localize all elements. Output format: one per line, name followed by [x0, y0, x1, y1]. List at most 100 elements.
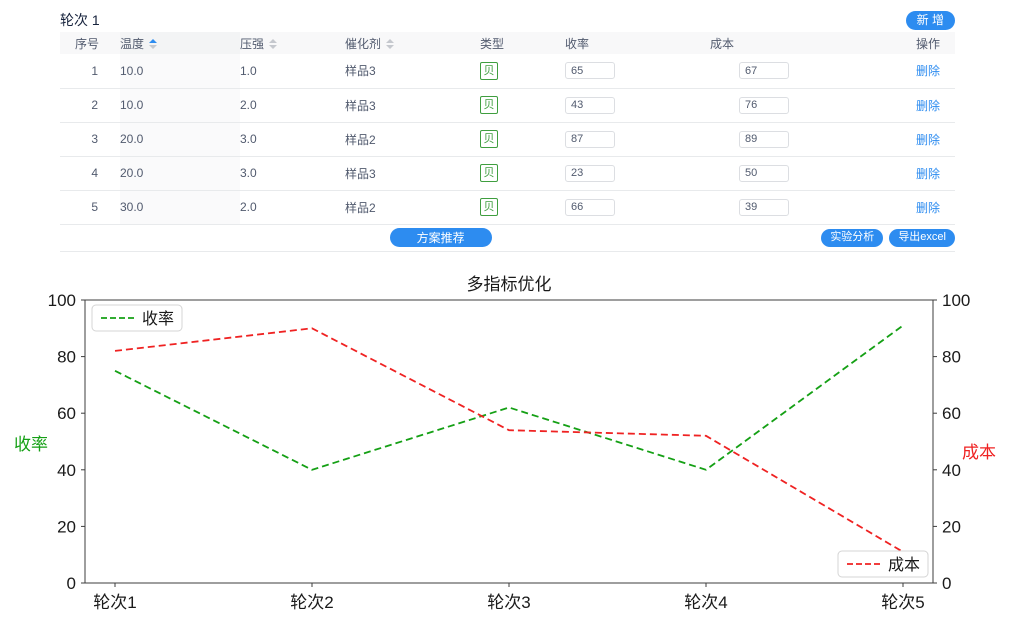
add-button[interactable]: 新 增	[906, 11, 955, 30]
x-axis-tick-label: 轮次3	[487, 593, 530, 612]
sort-icon-pressure[interactable]	[269, 39, 277, 49]
legend-yield: 收率	[92, 305, 182, 331]
yield-input[interactable]	[565, 97, 615, 114]
pressure-cell: 3.0	[240, 122, 345, 156]
left-axis-tick-label: 60	[57, 404, 76, 423]
chart-svg: 多指标优化 0 0 20 20 40 40 60 60 80 80 100 100 轮次1 轮次2 轮次3 轮次…	[0, 252, 1015, 629]
left-axis-label: 收率	[14, 435, 48, 454]
right-axis-tick-label: 0	[942, 574, 951, 593]
sort-asc-icon[interactable]	[269, 39, 277, 43]
delete-link[interactable]: 删除	[916, 167, 940, 181]
row-index: 1	[60, 54, 120, 88]
cost-input[interactable]	[739, 131, 789, 148]
legend-label: 成本	[888, 556, 920, 574]
left-axis-tick-label: 0	[67, 574, 76, 593]
left-axis-tick-label: 80	[57, 348, 76, 367]
table-row: 2 10.0 2.0 样品3 贝 删除	[60, 88, 955, 122]
left-axis-tick-label: 100	[48, 291, 76, 310]
x-axis-tick-label: 轮次4	[684, 593, 727, 612]
table-row: 5 30.0 2.0 样品2 贝 删除	[60, 190, 955, 224]
temperature-cell: 10.0	[120, 88, 240, 122]
type-badge: 贝	[480, 130, 498, 148]
col-header-type: 类型	[480, 32, 565, 54]
type-badge: 贝	[480, 164, 498, 182]
sort-icon-temperature[interactable]	[149, 39, 157, 49]
col-header-temperature[interactable]: 温度	[120, 32, 240, 54]
catalyst-cell: 样品2	[345, 122, 480, 156]
sort-asc-icon[interactable]	[386, 39, 394, 43]
temperature-cell: 20.0	[120, 122, 240, 156]
delete-link[interactable]: 删除	[916, 201, 940, 215]
sort-desc-icon[interactable]	[269, 45, 277, 49]
legend-label: 收率	[142, 310, 174, 328]
col-header-action: 操作	[875, 32, 955, 54]
left-axis-tick-label: 20	[57, 517, 76, 536]
cost-input[interactable]	[739, 165, 789, 182]
panel-title: 轮次 1	[60, 10, 100, 30]
sort-desc-icon[interactable]	[149, 45, 157, 49]
table-row: 4 20.0 3.0 样品3 贝 删除	[60, 156, 955, 190]
x-axis-tick-label: 轮次1	[93, 593, 136, 612]
right-axis-tick-label: 60	[942, 404, 961, 423]
row-index: 5	[60, 190, 120, 224]
delete-link[interactable]: 删除	[916, 133, 940, 147]
sort-icon-catalyst[interactable]	[386, 39, 394, 49]
cost-input[interactable]	[739, 97, 789, 114]
table-row: 3 20.0 3.0 样品2 贝 删除	[60, 122, 955, 156]
row-index: 4	[60, 156, 120, 190]
pressure-cell: 2.0	[240, 190, 345, 224]
catalyst-cell: 样品3	[345, 88, 480, 122]
catalyst-cell: 样品3	[345, 156, 480, 190]
right-axis-tick-label: 80	[942, 348, 961, 367]
footer-center: 方案推荐	[60, 228, 821, 247]
round-panel: 轮次 1 新 增 序号 温度 压强	[60, 8, 955, 252]
delete-link[interactable]: 删除	[916, 99, 940, 113]
type-badge: 贝	[480, 198, 498, 216]
yield-input[interactable]	[565, 165, 615, 182]
col-header-index: 序号	[60, 32, 120, 54]
pressure-cell: 3.0	[240, 156, 345, 190]
footer-right: 实验分析 导出excel	[821, 229, 955, 247]
temperature-cell: 30.0	[120, 190, 240, 224]
cost-input[interactable]	[739, 62, 789, 79]
right-axis-tick-label: 100	[942, 291, 970, 310]
yield-input[interactable]	[565, 131, 615, 148]
experiment-page: 轮次 1 新 增 序号 温度 压强	[0, 0, 1015, 629]
table-row: 1 10.0 1.0 样品3 贝 删除	[60, 54, 955, 88]
x-axis-tick-label: 轮次2	[290, 593, 333, 612]
pressure-cell: 1.0	[240, 54, 345, 88]
right-axis-label: 成本	[962, 443, 996, 462]
panel-header: 轮次 1 新 增	[60, 8, 955, 32]
catalyst-cell: 样品2	[345, 190, 480, 224]
type-badge: 贝	[480, 96, 498, 114]
col-header-catalyst[interactable]: 催化剂	[345, 32, 480, 54]
analyze-button[interactable]: 实验分析	[821, 229, 883, 247]
col-header-yield: 收率	[565, 32, 710, 54]
experiment-table: 序号 温度 压强 催化剂 类型 收率 成本 操作	[60, 32, 955, 225]
delete-link[interactable]: 删除	[916, 64, 940, 78]
table-header-row: 序号 温度 压强 催化剂 类型 收率 成本 操作	[60, 32, 955, 54]
x-axis-tick-label: 轮次5	[881, 593, 924, 612]
right-axis-tick-label: 20	[942, 517, 961, 536]
temperature-cell: 20.0	[120, 156, 240, 190]
row-index: 2	[60, 88, 120, 122]
table-body: 1 10.0 1.0 样品3 贝 删除 2 10.0 2.0 样品3 贝 删除	[60, 54, 955, 224]
export-button[interactable]: 导出excel	[889, 229, 955, 247]
cost-line	[115, 328, 903, 552]
chart-title: 多指标优化	[467, 275, 552, 294]
sort-asc-icon[interactable]	[149, 39, 157, 43]
recommend-button[interactable]: 方案推荐	[390, 228, 492, 247]
left-axis-tick-label: 40	[57, 461, 76, 480]
col-header-pressure[interactable]: 压强	[240, 32, 345, 54]
pressure-cell: 2.0	[240, 88, 345, 122]
table-footer: 方案推荐 实验分析 导出excel	[60, 225, 955, 252]
cost-input[interactable]	[739, 199, 789, 216]
catalyst-cell: 样品3	[345, 54, 480, 88]
col-header-cost: 成本	[710, 32, 875, 54]
sort-desc-icon[interactable]	[386, 45, 394, 49]
yield-input[interactable]	[565, 199, 615, 216]
right-axis-tick-label: 40	[942, 461, 961, 480]
yield-input[interactable]	[565, 62, 615, 79]
legend-cost: 成本	[838, 551, 928, 577]
temperature-cell: 10.0	[120, 54, 240, 88]
